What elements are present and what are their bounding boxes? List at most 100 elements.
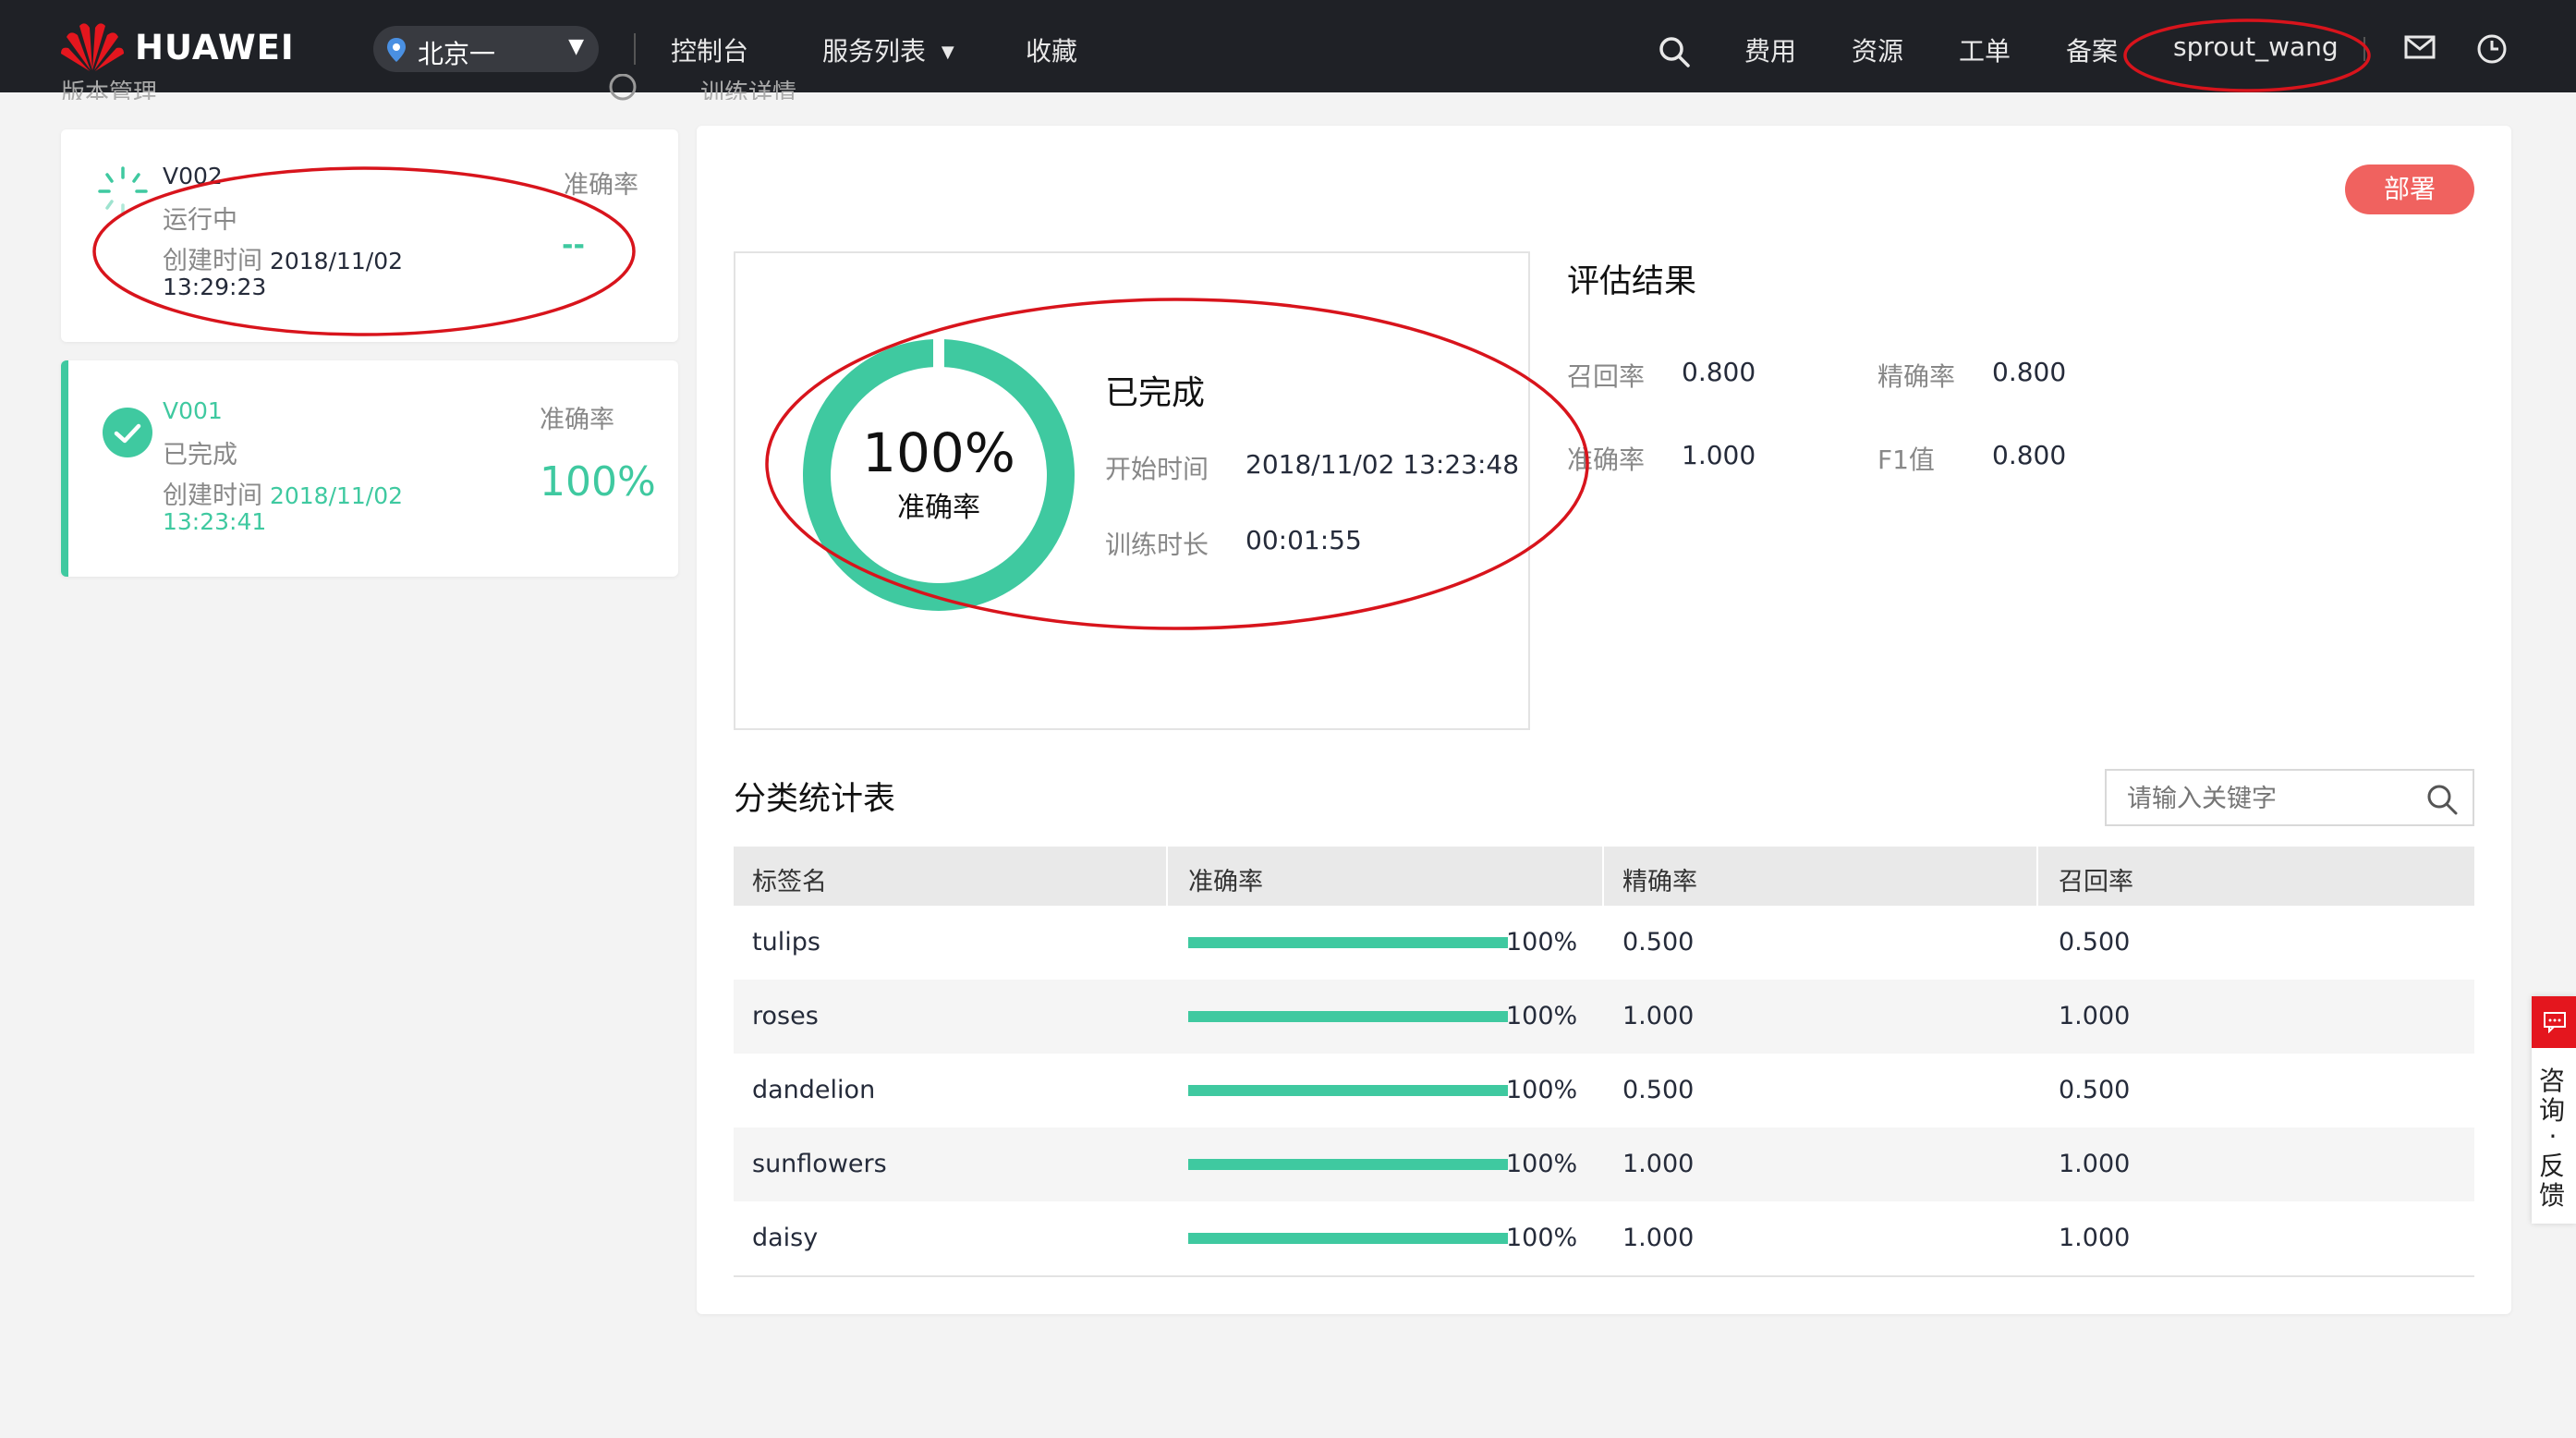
chevron-down-icon: ▼ xyxy=(568,35,584,58)
table-cell-recall: 1.000 xyxy=(2059,1002,2131,1030)
refresh-icon[interactable] xyxy=(608,74,638,104)
created-time: 13:23:41 xyxy=(163,508,267,535)
nav-filing[interactable]: 备案 xyxy=(2066,31,2118,68)
created-date: 2018/11/02 xyxy=(269,248,404,274)
deploy-button[interactable]: 部署 xyxy=(2345,165,2474,214)
top-nav-bar: HUAWEI 北京一 ▼ 控制台 服务列表 ▼ 收藏 费用 资源 工单 备案 s… xyxy=(0,0,2576,92)
table-header xyxy=(734,847,2474,906)
table-cell-accuracy: 100% xyxy=(1506,1224,1578,1252)
donut-value: 100% xyxy=(862,421,1015,484)
f1-label: F1值 xyxy=(1877,445,1935,475)
precision-value: 0.800 xyxy=(1992,357,2067,387)
table-cell-recall: 1.000 xyxy=(2059,1224,2131,1252)
location-pin-icon xyxy=(387,38,406,62)
clock-icon[interactable] xyxy=(2476,33,2508,65)
version-created: 创建时间 2018/11/02 xyxy=(163,240,403,276)
column-header-accuracy[interactable]: 准确率 xyxy=(1188,861,1263,897)
nav-service-list[interactable]: 服务列表 ▼ xyxy=(822,31,954,68)
version-created: 创建时间 2018/11/02 xyxy=(163,475,403,511)
table-cell-label: dandelion xyxy=(752,1076,876,1104)
search-input[interactable] xyxy=(2125,780,2406,817)
column-divider xyxy=(1602,847,1604,906)
column-header-label[interactable]: 标签名 xyxy=(752,861,827,897)
table-cell-accuracy: 100% xyxy=(1506,1002,1578,1030)
brand-name[interactable]: HUAWEI xyxy=(135,28,295,67)
recall-value: 0.800 xyxy=(1682,357,1756,387)
region-selector[interactable]: 北京一 ▼ xyxy=(373,26,599,72)
region-label: 北京一 xyxy=(418,39,496,69)
row-stripe xyxy=(734,980,2474,1054)
start-time-label: 开始时间 xyxy=(1105,454,1209,484)
accuracy-value: 1.000 xyxy=(1682,440,1756,470)
metric-value: -- xyxy=(562,229,585,262)
version-status: 运行中 xyxy=(163,206,237,235)
feedback-label-bottom: 反馈 xyxy=(2539,1151,2566,1211)
created-date: 2018/11/02 xyxy=(269,482,404,509)
eval-title: 评估结果 xyxy=(1567,263,1697,300)
feedback-header xyxy=(2532,996,2576,1048)
nav-divider xyxy=(2363,37,2365,61)
accuracy-bar xyxy=(1188,937,1508,948)
huawei-logo-icon[interactable] xyxy=(59,20,126,72)
username[interactable]: sprout_wang xyxy=(2173,31,2339,62)
metric-label: 准确率 xyxy=(540,406,614,434)
feedback-label-top: 咨询 xyxy=(2539,1066,2566,1126)
version-card-v002[interactable]: V002 运行中 创建时间 2018/11/02 13:29:23 准确率 -- xyxy=(61,129,678,342)
accuracy-bar xyxy=(1188,1085,1508,1096)
table-cell-precision: 0.500 xyxy=(1622,928,1695,957)
column-header-precision[interactable]: 精确率 xyxy=(1622,861,1697,897)
created-label: 创建时间 xyxy=(163,481,262,510)
table-cell-label: sunflowers xyxy=(752,1150,887,1178)
version-management-header: 版本管理 xyxy=(61,79,158,100)
table-cell-precision: 1.000 xyxy=(1622,1150,1695,1178)
search-icon[interactable] xyxy=(1658,35,1691,68)
version-status: 已完成 xyxy=(163,441,237,469)
chat-icon xyxy=(2544,1012,2566,1033)
accuracy-bar xyxy=(1188,1233,1508,1244)
table-title: 分类统计表 xyxy=(734,781,896,818)
feedback-dot: · xyxy=(2548,1121,2558,1152)
created-time: 13:29:23 xyxy=(163,274,267,300)
table-cell-recall: 1.000 xyxy=(2059,1150,2131,1178)
duration-value: 00:01:55 xyxy=(1245,525,1362,555)
column-divider xyxy=(2036,847,2038,906)
accuracy-label: 准确率 xyxy=(1567,445,1646,475)
mail-icon[interactable] xyxy=(2404,35,2436,59)
nav-resources[interactable]: 资源 xyxy=(1852,31,1903,68)
feedback-tab[interactable]: 咨询 · 反馈 xyxy=(2532,996,2576,1224)
search-box[interactable] xyxy=(2105,769,2474,826)
nav-billing[interactable]: 费用 xyxy=(1744,31,1796,68)
table-cell-label: roses xyxy=(752,1002,819,1030)
training-status: 已完成 xyxy=(1105,374,1206,412)
nav-divider xyxy=(634,33,636,65)
column-divider xyxy=(1166,847,1168,906)
f1-value: 0.800 xyxy=(1992,440,2067,470)
table-cell-accuracy: 100% xyxy=(1506,1076,1578,1104)
recall-label: 召回率 xyxy=(1567,361,1646,392)
check-circle-icon xyxy=(103,408,152,457)
table-cell-label: tulips xyxy=(752,928,820,957)
precision-label: 精确率 xyxy=(1877,361,1956,392)
nav-console[interactable]: 控制台 xyxy=(671,31,748,68)
accuracy-bar xyxy=(1188,1159,1508,1170)
column-header-recall[interactable]: 召回率 xyxy=(2059,861,2133,897)
table-cell-accuracy: 100% xyxy=(1506,1150,1578,1178)
table-cell-recall: 0.500 xyxy=(2059,1076,2131,1104)
created-label: 创建时间 xyxy=(163,247,262,275)
caret-down-icon: ▼ xyxy=(941,43,954,62)
accuracy-bar xyxy=(1188,1011,1508,1022)
metric-value: 100% xyxy=(540,458,656,506)
table-cell-recall: 0.500 xyxy=(2059,928,2131,957)
table-cell-label: daisy xyxy=(752,1224,819,1252)
row-stripe xyxy=(734,1127,2474,1201)
version-name: V002 xyxy=(163,163,223,189)
table-bottom-border xyxy=(734,1275,2474,1277)
version-name: V001 xyxy=(163,397,223,424)
nav-favorites[interactable]: 收藏 xyxy=(1026,31,1077,68)
training-detail-header: 训练详情 xyxy=(700,79,797,100)
nav-tickets[interactable]: 工单 xyxy=(1959,31,2011,68)
version-card-v001[interactable]: V001 已完成 创建时间 2018/11/02 13:23:41 准确率 10… xyxy=(61,360,678,577)
table-cell-precision: 0.500 xyxy=(1622,1076,1695,1104)
table-cell-precision: 1.000 xyxy=(1622,1002,1695,1030)
search-icon[interactable] xyxy=(2426,784,2458,815)
